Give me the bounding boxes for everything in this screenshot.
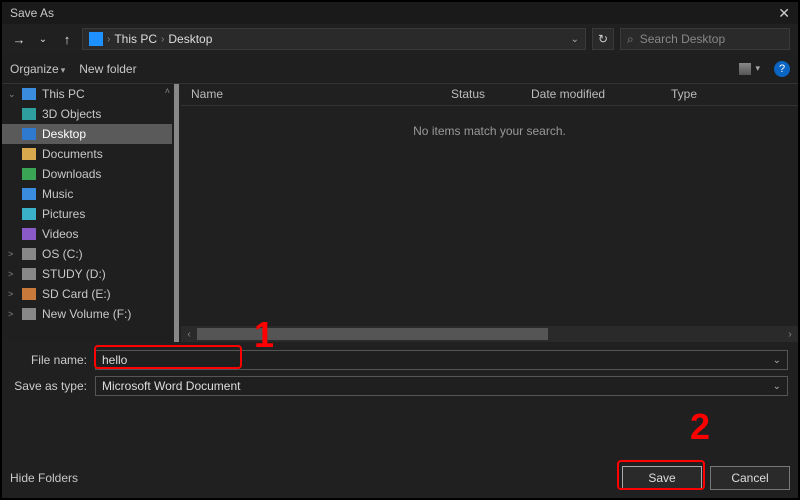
scroll-right-icon[interactable]: ›: [782, 329, 798, 340]
tree-item-label: Documents: [42, 147, 103, 161]
back-icon[interactable]: →: [10, 32, 28, 47]
chevron-down-icon[interactable]: ⌄: [773, 381, 781, 392]
tree-item-documents[interactable]: Documents: [2, 144, 172, 164]
splitter-handle[interactable]: [174, 84, 179, 342]
window-title: Save As: [10, 6, 54, 20]
savetype-value: Microsoft Word Document: [102, 379, 241, 393]
breadcrumb-this-pc[interactable]: This PC: [114, 32, 157, 46]
breadcrumb-desktop[interactable]: Desktop: [168, 32, 212, 46]
tree-item-3d-objects[interactable]: 3D Objects: [2, 104, 172, 124]
folder-icon: [22, 168, 36, 180]
chevron-right-icon: ›: [107, 34, 110, 45]
tree-item-music[interactable]: Music: [2, 184, 172, 204]
search-input[interactable]: ⌕ Search Desktop: [620, 28, 790, 50]
close-icon[interactable]: ✕: [778, 5, 790, 22]
tree-item-label: New Volume (F:): [42, 307, 131, 321]
titlebar: Save As ✕: [2, 2, 798, 24]
tree-item-label: STUDY (D:): [42, 267, 106, 281]
search-icon: ⌕: [627, 32, 634, 47]
filename-label: File name:: [12, 353, 87, 367]
bottom-bar: Hide Folders Save Cancel: [10, 466, 790, 490]
column-headers: Name Status Date modified Type: [181, 84, 798, 106]
tree-item-label: Pictures: [42, 207, 85, 221]
tree-item-desktop[interactable]: Desktop: [2, 124, 172, 144]
folder-icon: [22, 248, 36, 260]
tree-item-sd-card-e-[interactable]: > SD Card (E:): [2, 284, 172, 304]
folder-icon: [22, 208, 36, 220]
folder-icon: [22, 188, 36, 200]
save-button[interactable]: Save: [622, 466, 702, 490]
tree-item-label: Downloads: [42, 167, 101, 181]
hide-folders-button[interactable]: Hide Folders: [10, 471, 78, 485]
tree-item-os-c-[interactable]: > OS (C:): [2, 244, 172, 264]
nav-tree: ˄ ⌄ This PC 3D Objects Desktop Documents Down…: [2, 84, 172, 342]
scroll-left-icon[interactable]: ‹: [181, 329, 197, 340]
tree-item-new-volume-f-[interactable]: > New Volume (F:): [2, 304, 172, 324]
scrollbar-thumb[interactable]: [197, 328, 548, 340]
chevron-right-icon: ›: [161, 34, 164, 45]
expand-icon[interactable]: >: [8, 289, 16, 299]
tree-item-study-d-[interactable]: > STUDY (D:): [2, 264, 172, 284]
savetype-select[interactable]: Microsoft Word Document ⌄: [95, 376, 788, 396]
scroll-up-icon[interactable]: ˄: [165, 86, 170, 96]
view-options-button[interactable]: ▾: [739, 63, 760, 75]
col-type[interactable]: Type: [661, 84, 761, 105]
cancel-button[interactable]: Cancel: [710, 466, 790, 490]
filename-input[interactable]: hello ⌄: [95, 350, 788, 370]
tree-item-label: OS (C:): [42, 247, 83, 261]
file-list-pane: Name Status Date modified Type No items …: [181, 84, 798, 342]
col-date[interactable]: Date modified: [521, 84, 661, 105]
save-as-dialog: Save As ✕ → ⌄ ↑ › This PC › Desktop ⌄ ↻ …: [0, 0, 800, 500]
expand-icon[interactable]: >: [8, 269, 16, 279]
folder-icon: [22, 228, 36, 240]
new-folder-button[interactable]: New folder: [79, 62, 136, 76]
folder-icon: [22, 268, 36, 280]
address-bar[interactable]: › This PC › Desktop ⌄: [82, 28, 586, 50]
help-icon[interactable]: ?: [774, 61, 790, 77]
organize-button[interactable]: Organize▾: [10, 62, 65, 76]
refresh-button[interactable]: ↻: [592, 28, 614, 50]
folder-icon: [22, 88, 36, 100]
body-area: ˄ ⌄ This PC 3D Objects Desktop Documents Down…: [2, 84, 798, 342]
save-form: File name: hello ⌄ Save as type: Microso…: [2, 342, 798, 396]
folder-icon: [22, 288, 36, 300]
folder-icon: [22, 128, 36, 140]
expand-icon[interactable]: >: [8, 309, 16, 319]
expand-icon[interactable]: ⌄: [8, 89, 16, 100]
tree-item-videos[interactable]: Videos: [2, 224, 172, 244]
tree-item-this-pc[interactable]: ⌄ This PC: [2, 84, 172, 104]
annotation-2: 2: [690, 406, 710, 448]
up-icon[interactable]: ↑: [58, 32, 76, 47]
search-placeholder: Search Desktop: [640, 32, 725, 46]
nav-bar: → ⌄ ↑ › This PC › Desktop ⌄ ↻ ⌕ Search D…: [2, 24, 798, 54]
pc-icon: [89, 32, 103, 46]
tree-item-label: SD Card (E:): [42, 287, 111, 301]
tree-item-pictures[interactable]: Pictures: [2, 204, 172, 224]
command-bar: Organize▾ New folder ▾ ?: [2, 54, 798, 84]
folder-icon: [22, 148, 36, 160]
folder-icon: [22, 308, 36, 320]
tree-item-label: 3D Objects: [42, 107, 101, 121]
recent-dropdown-icon[interactable]: ⌄: [34, 34, 52, 45]
chevron-down-icon[interactable]: ⌄: [571, 34, 579, 45]
tree-item-label: Desktop: [42, 127, 86, 141]
tree-item-label: Music: [42, 187, 73, 201]
col-name[interactable]: Name: [181, 84, 441, 105]
chevron-down-icon[interactable]: ⌄: [773, 355, 781, 366]
expand-icon[interactable]: >: [8, 249, 16, 259]
col-status[interactable]: Status: [441, 84, 521, 105]
tree-item-label: This PC: [42, 87, 85, 101]
horizontal-scrollbar[interactable]: ‹ ›: [181, 326, 798, 342]
tree-item-downloads[interactable]: Downloads: [2, 164, 172, 184]
empty-message: No items match your search.: [181, 106, 798, 138]
filename-value: hello: [102, 353, 127, 367]
folder-icon: [22, 108, 36, 120]
tree-item-label: Videos: [42, 227, 78, 241]
savetype-label: Save as type:: [12, 379, 87, 393]
